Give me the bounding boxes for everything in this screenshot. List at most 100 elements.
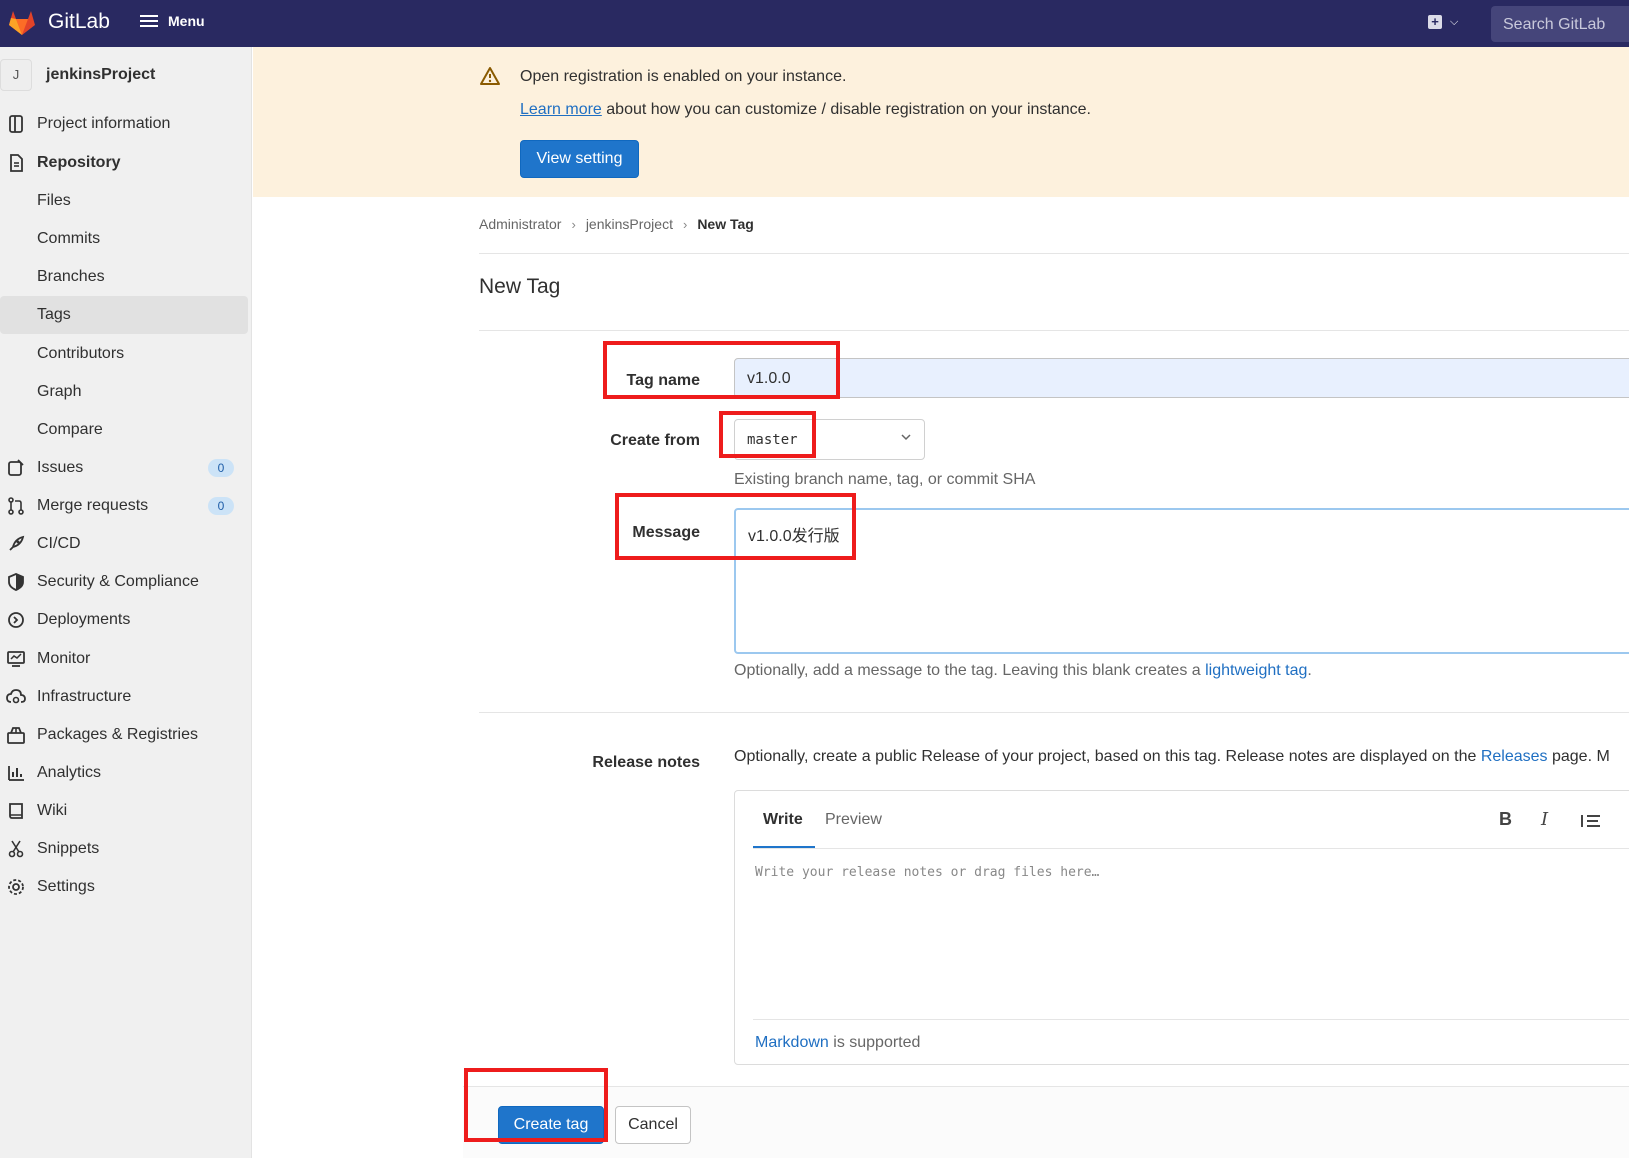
gitlab-logo-icon[interactable]	[8, 10, 36, 36]
sidebar-item-contributors[interactable]: Contributors	[0, 335, 248, 373]
banner-text-body: about how you can customize / disable re…	[601, 101, 1091, 118]
search-input[interactable]: Search GitLab	[1491, 6, 1629, 42]
sidebar-item-label: CI/CD	[37, 535, 81, 552]
chart-icon	[6, 764, 26, 782]
issues-count-badge: 0	[208, 459, 234, 477]
monitor-icon	[6, 650, 26, 668]
sidebar-item-label: Settings	[37, 878, 95, 895]
sidebar-item-issues[interactable]: Issues 0	[0, 449, 248, 487]
markdown-link[interactable]: Markdown	[755, 1034, 829, 1051]
sidebar-item-monitor[interactable]: Monitor	[0, 640, 248, 678]
sidebar-item-label: Snippets	[37, 840, 100, 857]
menu-button[interactable]: Menu	[140, 12, 205, 30]
highlight-box	[615, 493, 856, 560]
tab-write[interactable]: Write	[763, 811, 803, 829]
bold-icon[interactable]: B	[1499, 809, 1512, 830]
release-notes-textarea[interactable]: Write your release notes or drag files h…	[755, 865, 1099, 880]
create-from-help: Existing branch name, tag, or commit SHA	[734, 471, 1036, 488]
sidebar-item-label: Repository	[37, 154, 121, 171]
project-info-icon	[6, 115, 26, 133]
sidebar-item-branches[interactable]: Branches	[0, 258, 248, 296]
sidebar-item-repository[interactable]: Repository	[0, 144, 248, 182]
sidebar-item-analytics[interactable]: Analytics	[0, 754, 248, 792]
sidebar-item-ci-cd[interactable]: CI/CD	[0, 525, 248, 563]
sidebar-item-wiki[interactable]: Wiki	[0, 792, 248, 830]
issues-icon	[6, 459, 26, 477]
lightweight-tag-link[interactable]: lightweight tag	[1205, 662, 1307, 679]
shield-icon	[6, 573, 26, 591]
sidebar-item-project-information[interactable]: Project information	[0, 105, 248, 143]
markdown-hint: Markdown is supported	[755, 1034, 920, 1052]
plus-square-icon: +	[1428, 15, 1442, 29]
page-title: New Tag	[479, 275, 561, 298]
scissors-icon	[6, 840, 26, 858]
divider	[479, 330, 1629, 331]
cancel-button[interactable]: Cancel	[615, 1106, 691, 1144]
sidebar-item-security-compliance[interactable]: Security & Compliance	[0, 563, 248, 601]
rocket-icon	[6, 535, 26, 553]
chevron-right-icon: ›	[571, 216, 576, 232]
banner-title: Open registration is enabled on your ins…	[520, 68, 847, 85]
message-textarea[interactable]: v1.0.0发行版	[734, 508, 1629, 654]
sidebar-item-merge-requests[interactable]: Merge requests 0	[0, 487, 248, 525]
breadcrumb-item-administrator[interactable]: Administrator	[479, 216, 561, 232]
sidebar-item-label: Merge requests	[37, 497, 149, 514]
divider	[753, 848, 1629, 849]
sidebar-item-label: Deployments	[37, 611, 131, 628]
highlight-box	[464, 1068, 608, 1142]
sidebar-item-label: Infrastructure	[37, 688, 132, 705]
sidebar-item-label: Commits	[37, 230, 101, 247]
registration-alert-banner: Open registration is enabled on your ins…	[253, 47, 1629, 197]
breadcrumb: Administrator › jenkinsProject › New Tag	[479, 216, 754, 232]
sidebar-item-label: Tags	[37, 306, 71, 323]
sidebar-item-compare[interactable]: Compare	[0, 411, 248, 449]
highlight-box	[719, 411, 816, 458]
sidebar-item-files[interactable]: Files	[0, 182, 248, 220]
menu-label: Menu	[168, 13, 205, 29]
breadcrumb-item-project[interactable]: jenkinsProject	[586, 216, 673, 232]
release-notes-editor: Write Preview B I Write your release not…	[734, 790, 1629, 1065]
sidebar-item-deployments[interactable]: Deployments	[0, 601, 248, 639]
new-dropdown-button[interactable]: + ⌵	[1428, 15, 1458, 29]
divider	[753, 1019, 1629, 1020]
sidebar-item-commits[interactable]: Commits	[0, 220, 248, 258]
repository-icon	[6, 154, 26, 172]
releases-link[interactable]: Releases	[1481, 748, 1548, 765]
sidebar-project-header[interactable]: J jenkinsProject	[0, 59, 155, 91]
sidebar-item-packages-registries[interactable]: Packages & Registries	[0, 716, 248, 754]
sidebar-item-tags[interactable]: Tags	[0, 296, 248, 334]
release-notes-help-text: Optionally, create a public Release of y…	[734, 748, 1481, 765]
sidebar-item-settings[interactable]: Settings	[0, 868, 248, 906]
merge-request-icon	[6, 497, 26, 515]
release-notes-label: Release notes	[592, 754, 700, 771]
release-notes-help: Optionally, create a public Release of y…	[734, 748, 1610, 766]
view-setting-button[interactable]: View setting	[520, 140, 639, 178]
release-notes-help-end: page. M	[1547, 748, 1610, 765]
learn-more-link[interactable]: Learn more	[520, 101, 602, 118]
brand-name[interactable]: GitLab	[48, 10, 110, 34]
merge-requests-count-badge: 0	[208, 497, 234, 515]
create-from-label: Create from	[610, 432, 700, 449]
sidebar-item-graph[interactable]: Graph	[0, 373, 248, 411]
italic-icon[interactable]: I	[1541, 809, 1548, 830]
project-avatar: J	[0, 59, 32, 91]
breadcrumb-item-current[interactable]: New Tag	[697, 216, 754, 232]
sidebar-item-label: Branches	[37, 268, 105, 285]
quote-icon[interactable]	[1581, 813, 1601, 829]
warning-icon	[480, 67, 500, 85]
chevron-down-icon: ⌵	[1450, 15, 1459, 28]
sidebar-item-snippets[interactable]: Snippets	[0, 830, 248, 868]
cloud-gear-icon	[6, 688, 26, 706]
package-icon	[6, 726, 26, 744]
sidebar-item-label: Packages & Registries	[37, 726, 198, 743]
sidebar-item-label: Contributors	[37, 345, 125, 362]
top-navbar: GitLab Menu + ⌵ Search GitLab	[0, 0, 1629, 47]
tag-name-input[interactable]: v1.0.0	[734, 358, 1629, 398]
tab-preview[interactable]: Preview	[825, 811, 882, 829]
sidebar-item-infrastructure[interactable]: Infrastructure	[0, 678, 248, 716]
sidebar-item-label: Files	[37, 192, 71, 209]
sidebar-item-label: Issues	[37, 459, 84, 476]
message-help: Optionally, add a message to the tag. Le…	[734, 662, 1312, 680]
highlight-box	[603, 341, 840, 399]
sidebar: J jenkinsProject Project information Rep…	[0, 47, 252, 1158]
